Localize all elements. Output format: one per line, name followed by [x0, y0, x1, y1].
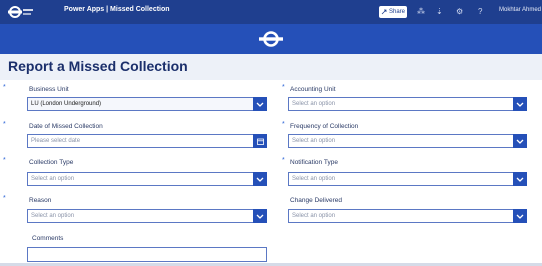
collection-type-dropdown[interactable]: Select an option: [27, 172, 267, 186]
reason-label: Reason: [29, 197, 52, 204]
comments-input[interactable]: [27, 247, 267, 262]
required-marker: *: [3, 121, 6, 128]
business-unit-dropdown[interactable]: LU (London Underground): [27, 97, 267, 111]
reason-placeholder: Select an option: [31, 213, 75, 219]
page-title: Report a Missed Collection: [8, 58, 188, 74]
download-icon[interactable]: ⇣: [436, 6, 443, 18]
business-unit-value: LU (London Underground): [31, 101, 102, 107]
tfl-roundel-icon: [259, 31, 283, 47]
calendar-icon[interactable]: [253, 134, 267, 148]
frequency-placeholder: Select an option: [292, 138, 336, 144]
collection-type-placeholder: Select an option: [31, 176, 75, 182]
date-missed-picker[interactable]: Please select date: [27, 134, 267, 148]
top-bar: Power Apps | Missed Collection Share ⁂ ⇣…: [0, 0, 542, 24]
frequency-dropdown[interactable]: Select an option: [288, 134, 527, 148]
chevron-down-icon[interactable]: [513, 209, 527, 223]
required-marker: *: [3, 157, 6, 164]
frequency-label: Frequency of Collection: [290, 123, 359, 130]
required-marker: *: [3, 84, 6, 91]
accounting-unit-dropdown[interactable]: Select an option: [288, 97, 527, 111]
change-delivered-label: Change Delivered: [290, 197, 343, 204]
help-icon[interactable]: ?: [478, 6, 482, 18]
share-icon: [381, 9, 387, 15]
required-marker: *: [282, 157, 285, 164]
notification-type-dropdown[interactable]: Select an option: [288, 172, 527, 186]
collection-type-label: Collection Type: [29, 159, 74, 166]
reason-dropdown[interactable]: Select an option: [27, 209, 267, 223]
chevron-down-icon[interactable]: [253, 97, 267, 111]
accounting-unit-label: Accounting Unit: [290, 86, 336, 93]
change-delivered-placeholder: Select an option: [292, 213, 336, 219]
accounting-unit-placeholder: Select an option: [292, 101, 336, 107]
date-missed-label: Date of Missed Collection: [29, 123, 103, 130]
settings-icon[interactable]: ⚙: [456, 6, 463, 18]
chevron-down-icon[interactable]: [513, 172, 527, 186]
business-unit-label: Business Unit: [29, 86, 69, 93]
chevron-down-icon[interactable]: [513, 134, 527, 148]
chevron-down-icon[interactable]: [253, 209, 267, 223]
change-delivered-dropdown[interactable]: Select an option: [288, 209, 527, 223]
share-label: Share: [388, 9, 405, 15]
app-title: Power Apps | Missed Collection: [64, 6, 170, 13]
brand-banner: [0, 24, 542, 54]
tfl-logo-icon: [8, 6, 33, 18]
date-missed-placeholder: Please select date: [31, 138, 81, 144]
user-name[interactable]: Mokhtar Ahmed: [499, 7, 541, 13]
chevron-down-icon[interactable]: [253, 172, 267, 186]
notification-type-placeholder: Select an option: [292, 176, 336, 182]
comments-label: Comments: [32, 235, 64, 242]
grid-icon[interactable]: ⁂: [417, 6, 425, 18]
required-marker: *: [282, 121, 285, 128]
notification-type-label: Notification Type: [290, 159, 338, 166]
chevron-down-icon[interactable]: [513, 97, 527, 111]
share-button[interactable]: Share: [379, 6, 407, 18]
required-marker: *: [282, 84, 285, 91]
required-marker: *: [3, 195, 6, 202]
